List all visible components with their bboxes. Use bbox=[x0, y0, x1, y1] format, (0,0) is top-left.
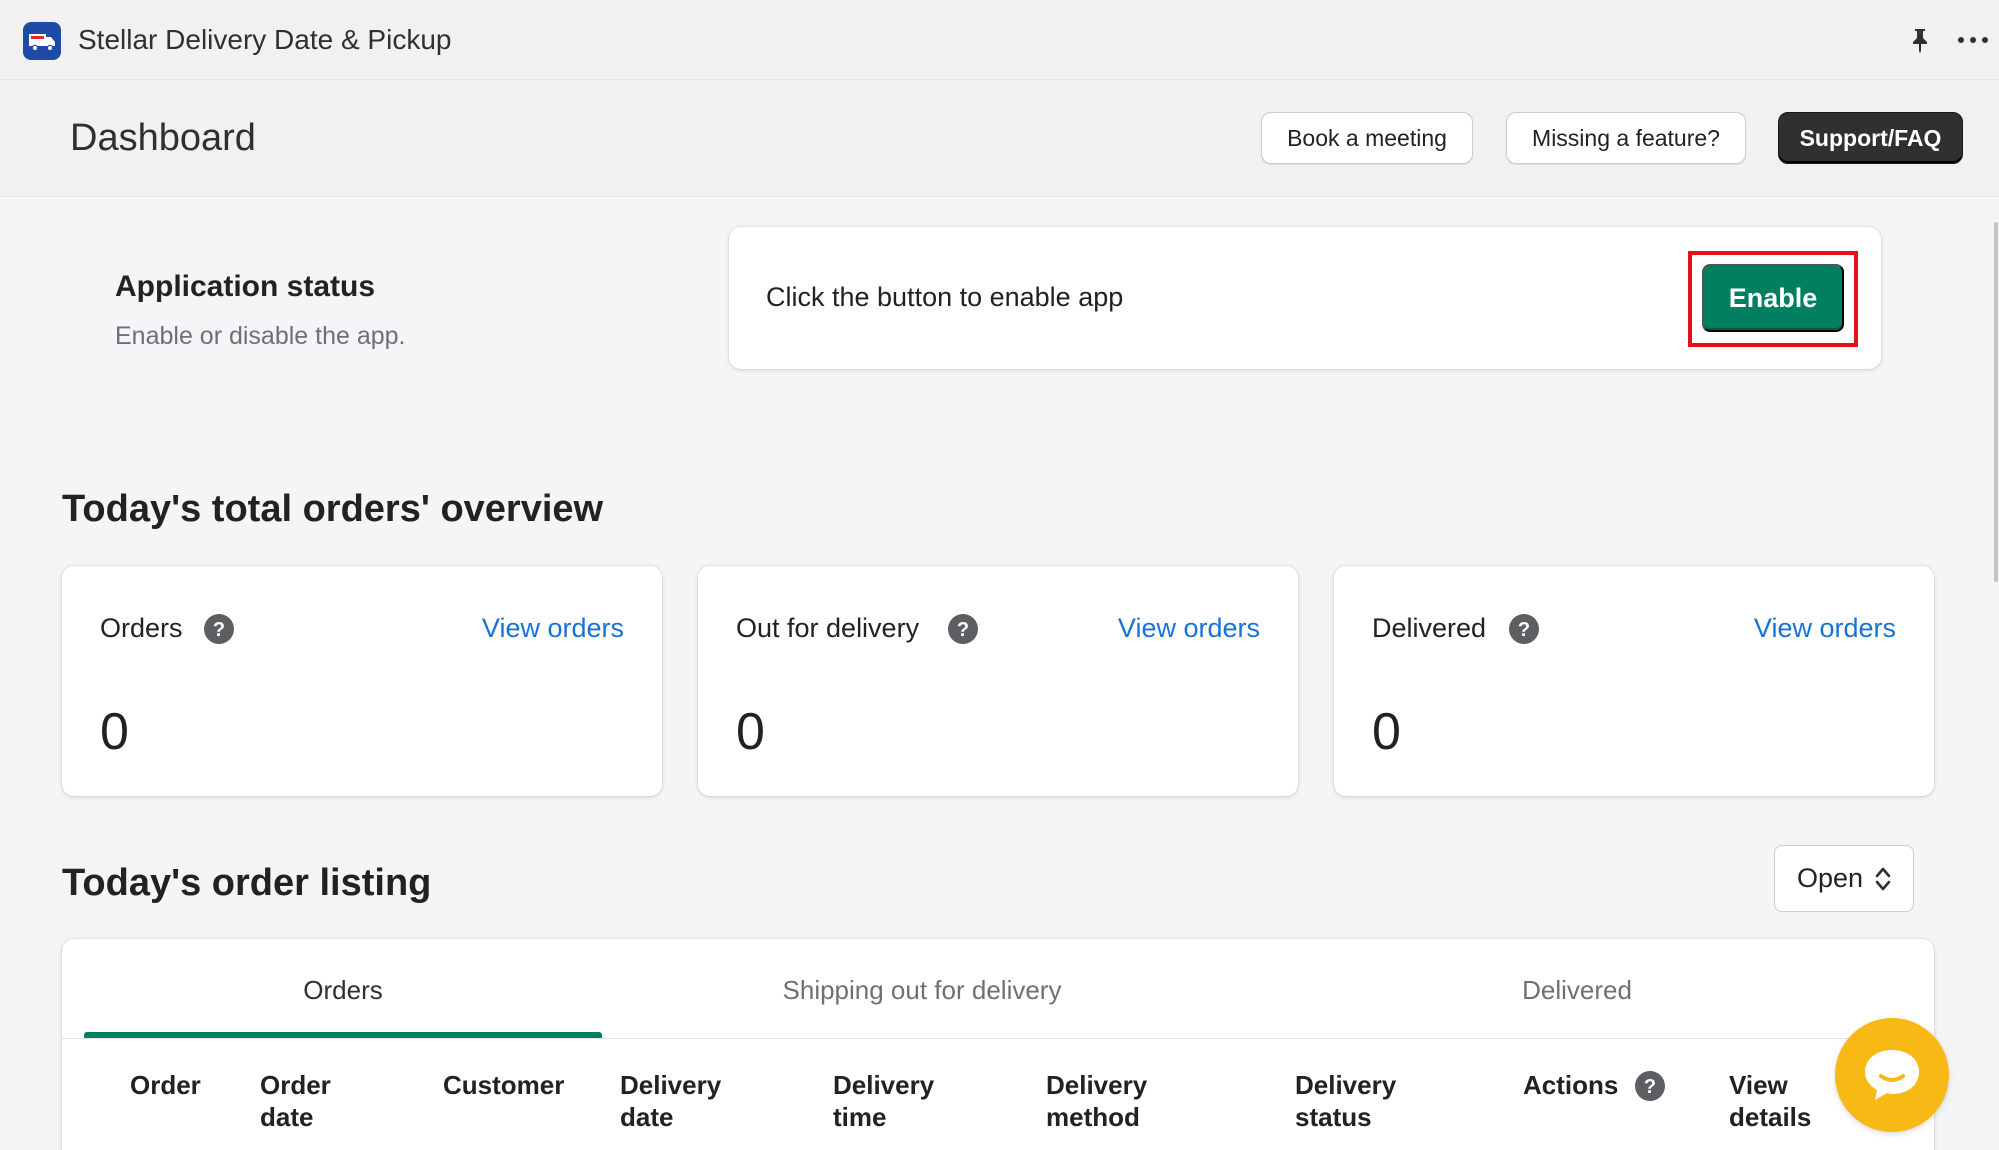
column-header-delivery-method[interactable]: Delivery method bbox=[1046, 1069, 1147, 1133]
question-circle-icon[interactable]: ? bbox=[203, 613, 235, 645]
svg-text:?: ? bbox=[1518, 619, 1530, 641]
page-title: Dashboard bbox=[70, 117, 256, 159]
orders-stat-card: Orders ? View orders 0 bbox=[62, 566, 662, 796]
app-title: Stellar Delivery Date & Pickup bbox=[78, 24, 452, 55]
column-header-customer[interactable]: Customer bbox=[443, 1069, 564, 1101]
stat-value: 0 bbox=[100, 703, 129, 761]
tab-delivered[interactable]: Delivered bbox=[1242, 975, 1912, 1006]
svg-text:?: ? bbox=[957, 619, 969, 641]
application-status-subtext: Enable or disable the app. bbox=[115, 322, 406, 350]
status-filter-value: Open bbox=[1797, 863, 1864, 893]
column-header-order[interactable]: Order bbox=[130, 1069, 201, 1101]
view-orders-link[interactable]: View orders bbox=[1118, 613, 1260, 644]
column-header-delivery-status[interactable]: Delivery status bbox=[1295, 1069, 1396, 1133]
view-orders-link[interactable]: View orders bbox=[1754, 613, 1896, 644]
tab-divider bbox=[62, 1038, 1934, 1039]
column-header-delivery-date[interactable]: Delivery date bbox=[620, 1069, 721, 1133]
application-status-heading: Application status bbox=[115, 270, 376, 303]
stat-label: Orders bbox=[100, 613, 183, 643]
order-listing-title: Today's order listing bbox=[62, 862, 432, 904]
delivered-stat-card: Delivered ? View orders 0 bbox=[1334, 566, 1934, 796]
column-header-view-details[interactable]: View details bbox=[1729, 1069, 1811, 1133]
view-orders-link[interactable]: View orders bbox=[482, 613, 624, 644]
svg-text:?: ? bbox=[1644, 1076, 1656, 1098]
question-circle-icon[interactable]: ? bbox=[1634, 1070, 1666, 1102]
tab-shipping-out-for-delivery[interactable]: Shipping out for delivery bbox=[602, 975, 1242, 1006]
enable-app-card: Click the button to enable app Enable bbox=[729, 227, 1881, 369]
chat-bubble-icon[interactable] bbox=[1835, 1018, 1949, 1132]
out-for-delivery-stat-card: Out for delivery ? View orders 0 bbox=[698, 566, 1298, 796]
stat-label: Delivered bbox=[1372, 613, 1487, 643]
svg-text:?: ? bbox=[213, 619, 225, 641]
stat-value: 0 bbox=[1372, 703, 1401, 761]
app-bar: Stellar Delivery Date & Pickup bbox=[0, 0, 1999, 80]
page-header: Dashboard Book a meeting Missing a featu… bbox=[0, 80, 1999, 197]
stat-label: Out for delivery bbox=[736, 613, 920, 643]
book-meeting-button[interactable]: Book a meeting bbox=[1261, 112, 1473, 164]
stat-value: 0 bbox=[736, 703, 765, 761]
order-listing-card: Orders Shipping out for delivery Deliver… bbox=[62, 939, 1934, 1150]
support-faq-button[interactable]: Support/FAQ bbox=[1778, 112, 1963, 164]
question-circle-icon[interactable]: ? bbox=[947, 613, 979, 645]
pin-icon[interactable] bbox=[1906, 26, 1934, 54]
enable-button[interactable]: Enable bbox=[1702, 264, 1844, 332]
missing-feature-button[interactable]: Missing a feature? bbox=[1506, 112, 1746, 164]
tab-orders[interactable]: Orders bbox=[84, 975, 602, 1006]
column-header-delivery-time[interactable]: Delivery time bbox=[833, 1069, 934, 1133]
more-horizontal-icon[interactable] bbox=[1956, 26, 1990, 54]
enable-prompt-text: Click the button to enable app bbox=[766, 282, 1124, 312]
select-caret-icon bbox=[1875, 866, 1891, 892]
column-header-actions[interactable]: Actions bbox=[1523, 1069, 1618, 1101]
status-filter-select[interactable]: Open bbox=[1774, 845, 1914, 912]
delivery-truck-icon bbox=[23, 22, 61, 60]
scrollbar[interactable] bbox=[1994, 222, 1998, 582]
overview-title: Today's total orders' overview bbox=[62, 488, 604, 530]
question-circle-icon[interactable]: ? bbox=[1508, 613, 1540, 645]
column-header-order-date[interactable]: Order date bbox=[260, 1069, 331, 1133]
